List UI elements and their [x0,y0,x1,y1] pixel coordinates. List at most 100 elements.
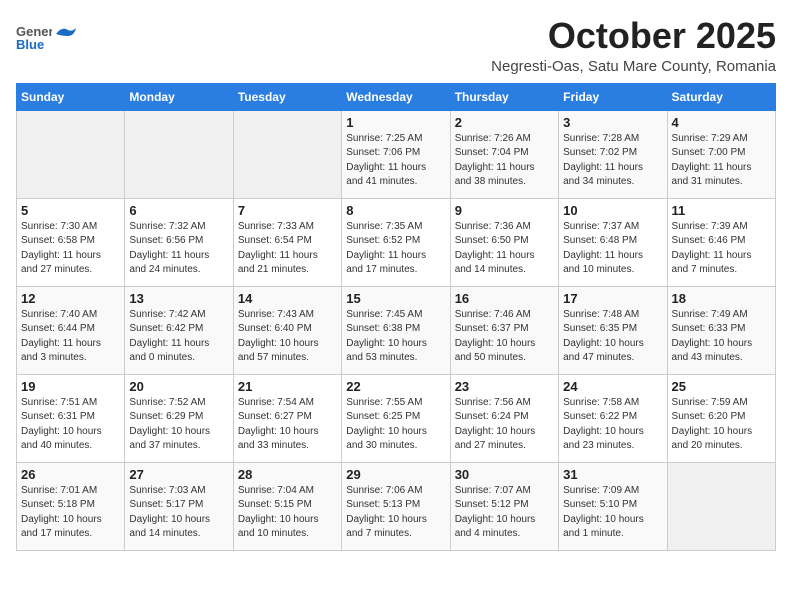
day-info: Sunrise: 7:32 AM Sunset: 6:56 PM Dayligh… [129,220,228,278]
calendar-cell: 31 Sunrise: 7:09 AM Sunset: 5:10 PM Dayli… [559,462,667,550]
calendar-cell [233,110,341,198]
day-info: Sunrise: 7:49 AM Sunset: 6:33 PM Dayligh… [672,308,771,366]
calendar-cell: 30Sunrise: 7:07 AM Sunset: 5:12 PM Dayli… [450,462,558,550]
calendar-cell [125,110,233,198]
day-number: 28 [238,467,337,482]
weekday-header-sunday: Sunday [17,83,125,110]
weekday-header-tuesday: Tuesday [233,83,341,110]
weekday-header-monday: Monday [125,83,233,110]
day-info: Sunrise: 7:29 AM Sunset: 7:00 PM Dayligh… [672,132,771,190]
day-info: Sunrise: 7:33 AM Sunset: 6:54 PM Dayligh… [238,220,337,278]
calendar-cell: 21 Sunrise: 7:54 AM Sunset: 6:27 PM Dayli… [233,374,341,462]
day-info: Sunrise: 7:52 AM Sunset: 6:29 PM Dayligh… [129,396,228,454]
weekday-header-wednesday: Wednesday [342,83,450,110]
logo-icon: General Blue [16,16,52,52]
day-info: Sunrise: 7:04 AM Sunset: 5:15 PM Dayligh… [238,484,337,542]
weekday-header-friday: Friday [559,83,667,110]
calendar-cell: 18 Sunrise: 7:49 AM Sunset: 6:33 PM Dayli… [667,286,775,374]
day-info: Sunrise: 7:51 AM Sunset: 6:31 PM Dayligh… [21,396,120,454]
calendar-cell: 11 Sunrise: 7:39 AM Sunset: 6:46 PM Dayli… [667,198,775,286]
calendar-cell: 23Sunrise: 7:56 AM Sunset: 6:24 PM Dayli… [450,374,558,462]
calendar-cell: 22 Sunrise: 7:55 AM Sunset: 6:25 PM Dayli… [342,374,450,462]
day-number: 26 [21,467,120,482]
day-info: Sunrise: 7:48 AM Sunset: 6:35 PM Dayligh… [563,308,662,366]
day-number: 15 [346,291,445,306]
calendar-cell: 10 Sunrise: 7:37 AM Sunset: 6:48 PM Dayli… [559,198,667,286]
day-info: Sunrise: 7:46 AM Sunset: 6:37 PM Dayligh… [455,308,554,366]
weekday-header-saturday: Saturday [667,83,775,110]
day-number: 20 [129,379,228,394]
day-info: Sunrise: 7:25 AM Sunset: 7:06 PM Dayligh… [346,132,445,190]
calendar-week-row: 26 Sunrise: 7:01 AM Sunset: 5:18 PM Dayli… [17,462,776,550]
calendar-cell: 3 Sunrise: 7:28 AM Sunset: 7:02 PM Daylig… [559,110,667,198]
day-number: 8 [346,203,445,218]
calendar-cell [17,110,125,198]
day-info: Sunrise: 7:54 AM Sunset: 6:27 PM Dayligh… [238,396,337,454]
day-number: 25 [672,379,771,394]
day-info: Sunrise: 7:43 AM Sunset: 6:40 PM Dayligh… [238,308,337,366]
day-number: 17 [563,291,662,306]
day-info: Sunrise: 7:58 AM Sunset: 6:22 PM Dayligh… [563,396,662,454]
day-info: Sunrise: 7:01 AM Sunset: 5:18 PM Dayligh… [21,484,120,542]
title-area: October 2025 Negresti-Oas, Satu Mare Cou… [491,16,776,75]
logo: General Blue [16,16,76,52]
day-info: Sunrise: 7:35 AM Sunset: 6:52 PM Dayligh… [346,220,445,278]
day-number: 31 [563,467,662,482]
calendar-cell: 9Sunrise: 7:36 AM Sunset: 6:50 PM Daylig… [450,198,558,286]
calendar-week-row: 19 Sunrise: 7:51 AM Sunset: 6:31 PM Dayli… [17,374,776,462]
day-number: 27 [129,467,228,482]
calendar-cell: 16Sunrise: 7:46 AM Sunset: 6:37 PM Dayli… [450,286,558,374]
day-number: 4 [672,115,771,130]
day-number: 22 [346,379,445,394]
day-number: 24 [563,379,662,394]
day-number: 14 [238,291,337,306]
day-info: Sunrise: 7:03 AM Sunset: 5:17 PM Dayligh… [129,484,228,542]
svg-text:Blue: Blue [16,37,44,52]
day-number: 29 [346,467,445,482]
day-info: Sunrise: 7:37 AM Sunset: 6:48 PM Dayligh… [563,220,662,278]
day-info: Sunrise: 7:09 AM Sunset: 5:10 PM Dayligh… [563,484,662,542]
calendar-cell: 27 Sunrise: 7:03 AM Sunset: 5:17 PM Dayli… [125,462,233,550]
day-number: 1 [346,115,445,130]
day-number: 21 [238,379,337,394]
day-number: 11 [672,203,771,218]
day-number: 3 [563,115,662,130]
calendar-cell: 7Sunrise: 7:33 AM Sunset: 6:54 PM Daylig… [233,198,341,286]
day-info: Sunrise: 7:56 AM Sunset: 6:24 PM Dayligh… [455,396,554,454]
day-number: 19 [21,379,120,394]
day-number: 13 [129,291,228,306]
day-info: Sunrise: 7:45 AM Sunset: 6:38 PM Dayligh… [346,308,445,366]
day-number: 2 [455,115,554,130]
calendar-cell: 6 Sunrise: 7:32 AM Sunset: 6:56 PM Daylig… [125,198,233,286]
day-info: Sunrise: 7:55 AM Sunset: 6:25 PM Dayligh… [346,396,445,454]
calendar-cell: 13 Sunrise: 7:42 AM Sunset: 6:42 PM Dayli… [125,286,233,374]
calendar-cell: 29 Sunrise: 7:06 AM Sunset: 5:13 PM Dayli… [342,462,450,550]
day-info: Sunrise: 7:28 AM Sunset: 7:02 PM Dayligh… [563,132,662,190]
calendar-cell: 1 Sunrise: 7:25 AM Sunset: 7:06 PM Daylig… [342,110,450,198]
calendar-cell: 15 Sunrise: 7:45 AM Sunset: 6:38 PM Dayli… [342,286,450,374]
day-info: Sunrise: 7:42 AM Sunset: 6:42 PM Dayligh… [129,308,228,366]
calendar-cell: 20 Sunrise: 7:52 AM Sunset: 6:29 PM Dayli… [125,374,233,462]
day-number: 6 [129,203,228,218]
calendar-cell: 19 Sunrise: 7:51 AM Sunset: 6:31 PM Dayli… [17,374,125,462]
location-subtitle: Negresti-Oas, Satu Mare County, Romania [491,58,776,75]
calendar-table: SundayMondayTuesdayWednesdayThursdayFrid… [16,83,776,551]
calendar-week-row: 1 Sunrise: 7:25 AM Sunset: 7:06 PM Daylig… [17,110,776,198]
calendar-cell: 2Sunrise: 7:26 AM Sunset: 7:04 PM Daylig… [450,110,558,198]
calendar-week-row: 12 Sunrise: 7:40 AM Sunset: 6:44 PM Dayli… [17,286,776,374]
day-number: 10 [563,203,662,218]
calendar-cell: 26 Sunrise: 7:01 AM Sunset: 5:18 PM Dayli… [17,462,125,550]
weekday-header-row: SundayMondayTuesdayWednesdayThursdayFrid… [17,83,776,110]
day-info: Sunrise: 7:39 AM Sunset: 6:46 PM Dayligh… [672,220,771,278]
calendar-cell: 5Sunrise: 7:30 AM Sunset: 6:58 PM Daylig… [17,198,125,286]
calendar-cell: 28 Sunrise: 7:04 AM Sunset: 5:15 PM Dayli… [233,462,341,550]
calendar-cell: 24 Sunrise: 7:58 AM Sunset: 6:22 PM Dayli… [559,374,667,462]
day-number: 5 [21,203,120,218]
day-info: Sunrise: 7:06 AM Sunset: 5:13 PM Dayligh… [346,484,445,542]
day-info: Sunrise: 7:40 AM Sunset: 6:44 PM Dayligh… [21,308,120,366]
calendar-week-row: 5Sunrise: 7:30 AM Sunset: 6:58 PM Daylig… [17,198,776,286]
day-number: 12 [21,291,120,306]
day-number: 18 [672,291,771,306]
calendar-cell [667,462,775,550]
calendar-cell: 17 Sunrise: 7:48 AM Sunset: 6:35 PM Dayli… [559,286,667,374]
